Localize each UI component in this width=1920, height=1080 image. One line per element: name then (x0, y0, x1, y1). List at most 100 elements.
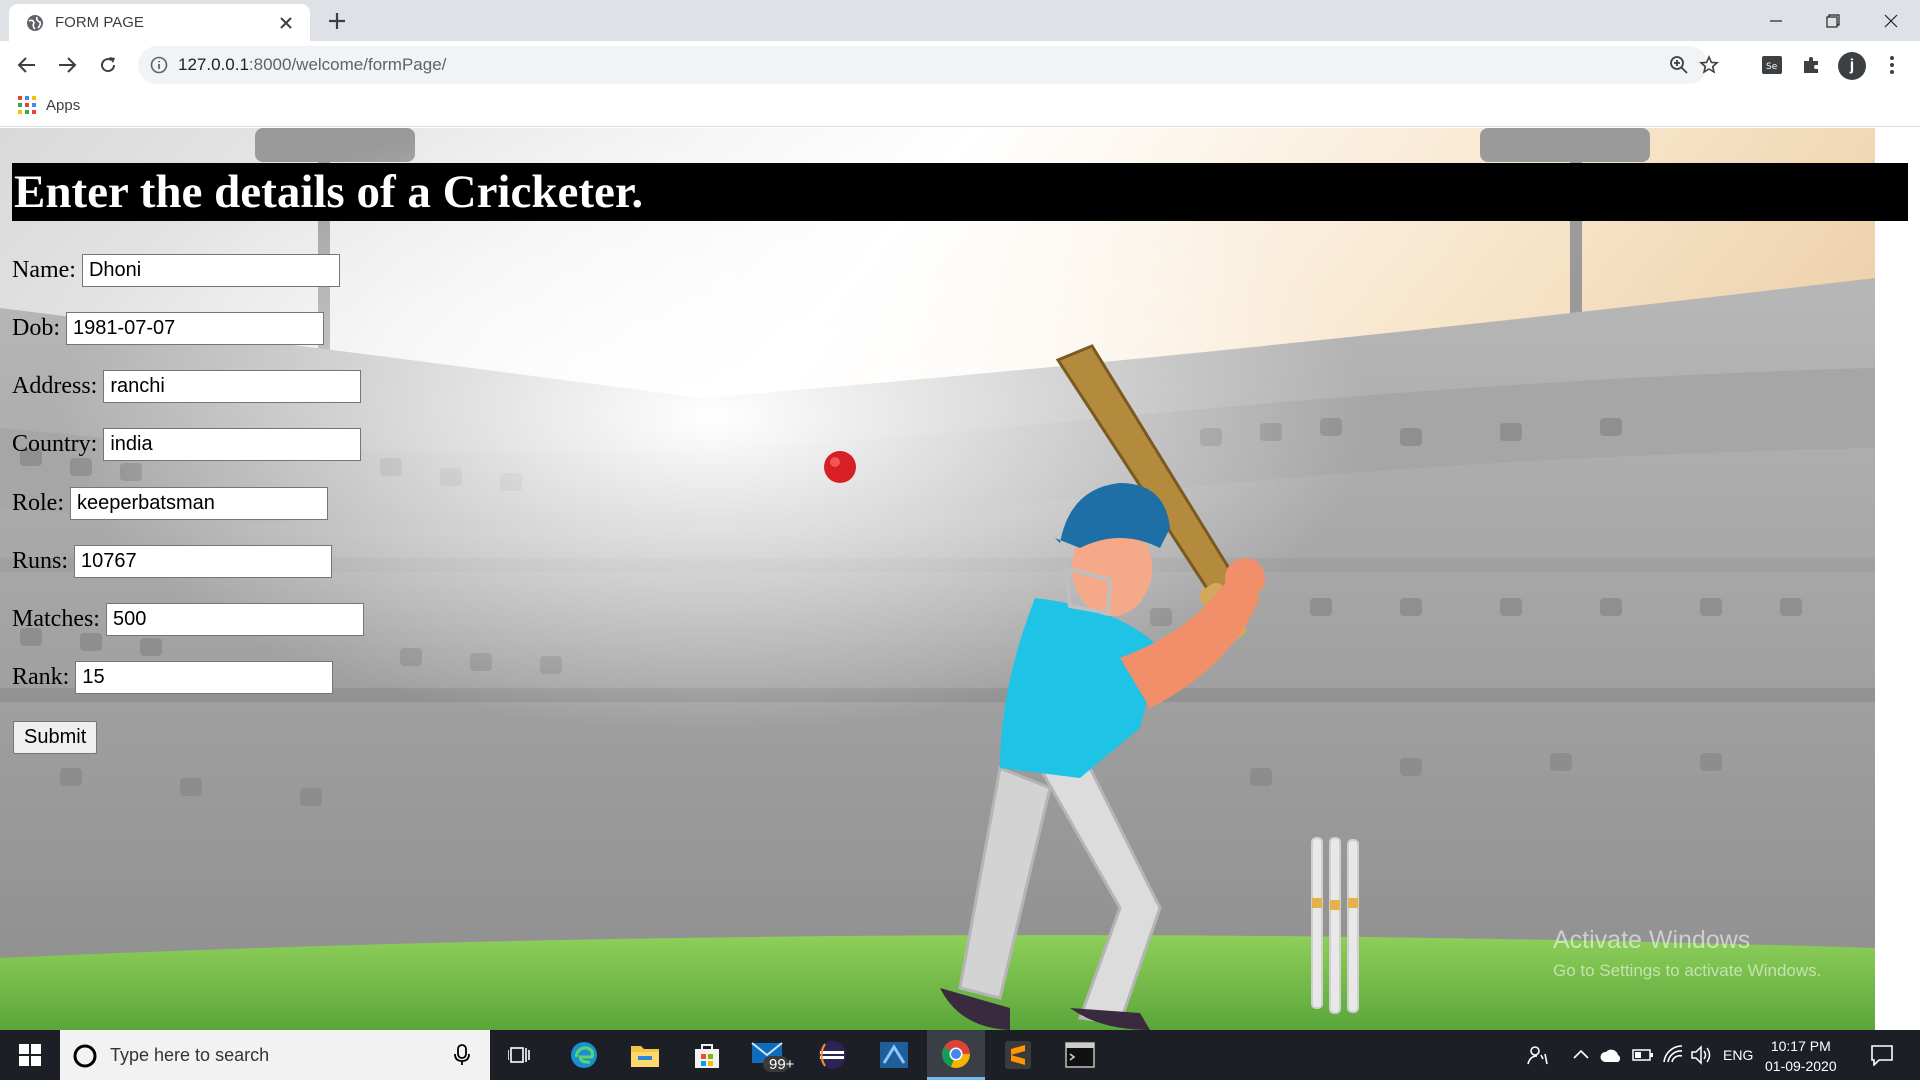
file-explorer-icon (631, 1046, 659, 1067)
country-field-row: Country: (12, 428, 362, 461)
eclipse-icon (818, 1041, 846, 1069)
matches-field-row: Matches: (12, 603, 364, 636)
watermark-title: Activate Windows (1553, 926, 1751, 954)
maximize-button[interactable] (1810, 0, 1856, 41)
extension-button[interactable]: Se (1759, 52, 1785, 78)
runs-label: Runs: (12, 548, 69, 574)
sublime-taskbar-button[interactable] (989, 1030, 1047, 1080)
wifi-icon[interactable] (1662, 1044, 1684, 1064)
extensions-menu-button[interactable] (1799, 52, 1825, 78)
tab-title: FORM PAGE (55, 14, 144, 31)
app-taskbar-button[interactable] (865, 1030, 923, 1080)
activate-windows-watermark: Activate Windows Go to Settings to activ… (1553, 926, 1821, 981)
language-indicator[interactable]: ENG (1723, 1047, 1753, 1063)
mic-icon[interactable] (454, 1044, 470, 1066)
close-window-button[interactable] (1868, 0, 1914, 41)
close-icon[interactable] (276, 13, 296, 33)
dob-input[interactable] (66, 312, 324, 345)
forward-icon (59, 57, 77, 73)
search-placeholder: Type here to search (110, 1045, 270, 1065)
country-label: Country: (12, 431, 98, 457)
role-label: Role: (12, 490, 64, 516)
edge-taskbar-button[interactable] (555, 1030, 613, 1080)
tray-chevron-icon[interactable] (1573, 1048, 1589, 1060)
dob-field-row: Dob: (12, 312, 324, 345)
terminal-taskbar-button[interactable] (1051, 1030, 1109, 1080)
tab-strip: FORM PAGE (0, 0, 1920, 41)
zoom-icon[interactable] (1669, 55, 1689, 75)
profile-avatar[interactable]: j (1838, 52, 1866, 80)
apps-shortcut[interactable]: Apps (18, 96, 80, 114)
system-clock[interactable]: 10:17 PM 01-09-2020 (1765, 1036, 1837, 1076)
forward-button[interactable] (54, 52, 80, 78)
battery-icon[interactable] (1632, 1047, 1654, 1063)
apps-grid-icon (18, 96, 36, 114)
volume-icon[interactable] (1690, 1045, 1712, 1065)
puzzle-icon (1804, 57, 1818, 73)
mail-badge: 99+ (769, 1056, 795, 1073)
rank-input[interactable] (75, 661, 334, 694)
runs-field-row: Runs: (12, 545, 333, 578)
chrome-taskbar-button[interactable] (927, 1030, 985, 1080)
more-icon (1890, 56, 1894, 74)
notification-icon[interactable] (1870, 1044, 1894, 1066)
task-view-button[interactable] (490, 1030, 548, 1080)
matches-input[interactable] (105, 603, 364, 636)
onedrive-icon[interactable] (1600, 1046, 1622, 1064)
browser-tab[interactable]: FORM PAGE (9, 4, 310, 41)
plus-icon[interactable] (326, 10, 348, 32)
globe-icon (27, 15, 43, 31)
file-explorer-taskbar-button[interactable] (616, 1030, 674, 1080)
country-input[interactable] (103, 428, 362, 461)
clock-date: 01-09-2020 (1765, 1058, 1837, 1074)
minimize-icon (1770, 19, 1782, 22)
sublime-icon (1005, 1041, 1031, 1069)
watermark-subtitle: Go to Settings to activate Windows. (1553, 961, 1822, 980)
page-viewport: Enter the details of a Cricketer. Name: … (0, 128, 1920, 1030)
role-field-row: Role: (12, 487, 328, 520)
page-heading: Enter the details of a Cricketer. (12, 163, 1908, 221)
url-text[interactable]: 127.0.0.1:8000/welcome/formPage/ (178, 55, 446, 75)
windows-start-icon (19, 1044, 41, 1066)
back-button[interactable] (14, 52, 40, 78)
url-path: :8000/welcome/formPage/ (248, 55, 447, 74)
address-input[interactable] (103, 370, 362, 403)
role-input[interactable] (70, 487, 328, 520)
mail-taskbar-button[interactable]: 99+ (740, 1030, 798, 1080)
reload-icon (101, 57, 116, 73)
taskbar-search[interactable]: Type here to search (60, 1030, 490, 1080)
maximize-icon (1826, 13, 1840, 28)
apps-label: Apps (46, 96, 81, 114)
store-taskbar-button[interactable] (678, 1030, 736, 1080)
runs-input[interactable] (74, 545, 333, 578)
extension-icon: Se (1762, 56, 1782, 74)
bookmarks-bar: Apps (0, 89, 1920, 127)
close-icon (1884, 14, 1898, 27)
terminal-icon (1065, 1042, 1095, 1068)
clock-time: 10:17 PM (1770, 1038, 1831, 1054)
name-field-row: Name: (12, 254, 340, 287)
url-host: 127.0.0.1 (178, 55, 249, 74)
browser-menu-button[interactable] (1879, 52, 1905, 78)
app-icon (880, 1042, 908, 1068)
info-icon[interactable] (150, 56, 168, 74)
edge-icon (571, 1042, 597, 1068)
task-view-icon (508, 1047, 530, 1063)
reload-button[interactable] (95, 52, 121, 78)
chrome-icon (942, 1039, 970, 1068)
windows-taskbar: Type here to search 99+ ENG 10:17 PM 01-… (0, 1030, 1920, 1080)
submit-button[interactable]: Submit (13, 721, 98, 754)
store-icon (695, 1044, 719, 1068)
name-input[interactable] (81, 254, 340, 287)
address-label: Address: (12, 373, 98, 399)
dob-label: Dob: (12, 315, 60, 341)
address-field-row: Address: (12, 370, 362, 403)
eclipse-taskbar-button[interactable] (803, 1030, 861, 1080)
star-icon[interactable] (1699, 55, 1719, 75)
start-button[interactable] (0, 1030, 60, 1080)
address-bar[interactable]: 127.0.0.1:8000/welcome/formPage/ (138, 46, 1719, 84)
svg-text:Se: Se (1766, 62, 1778, 72)
people-icon[interactable] (1527, 1044, 1549, 1066)
minimize-button[interactable] (1753, 0, 1799, 41)
back-icon (17, 57, 35, 73)
